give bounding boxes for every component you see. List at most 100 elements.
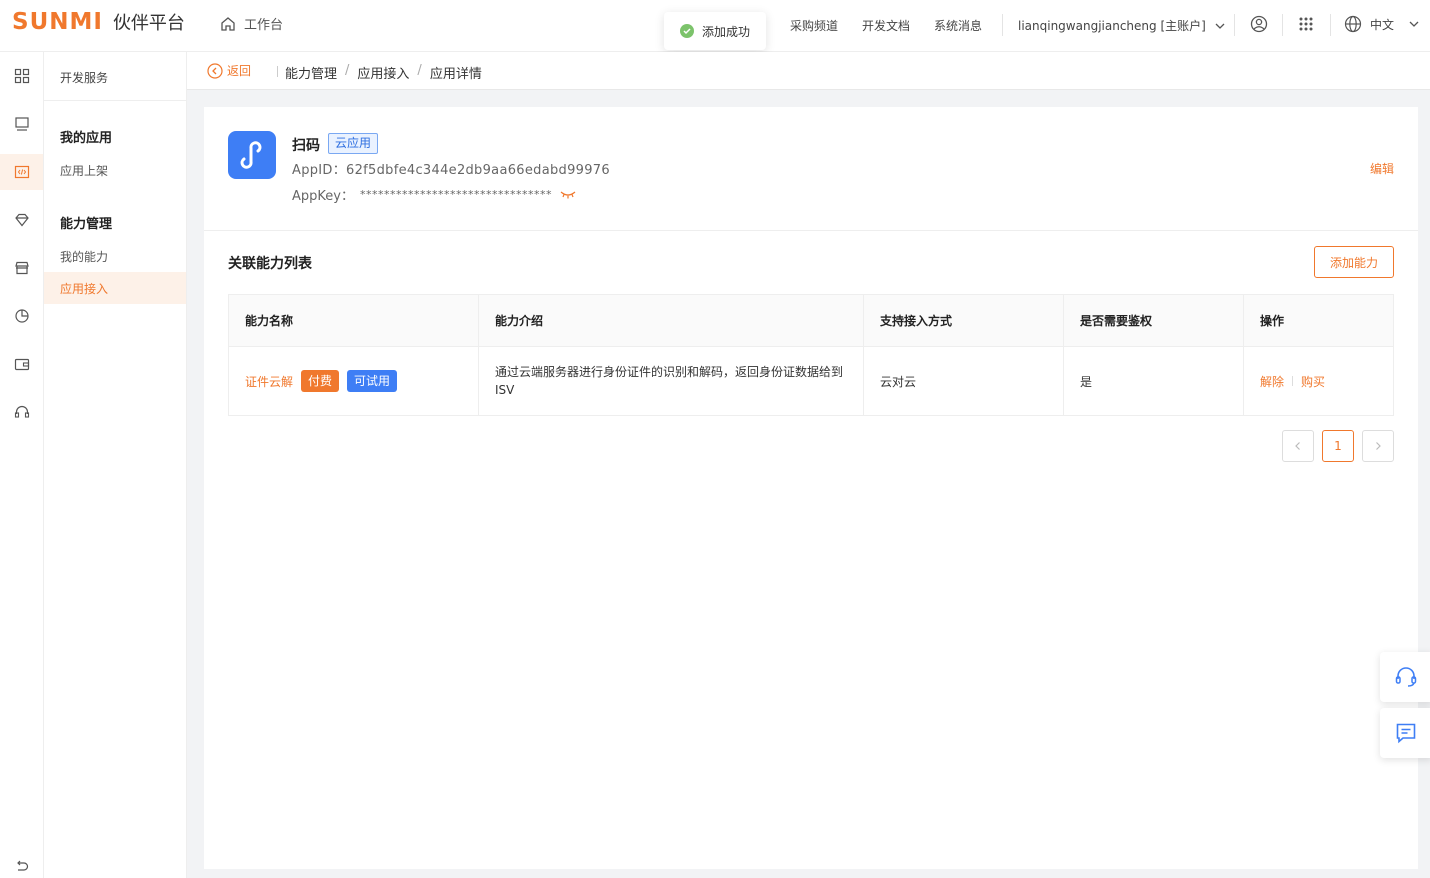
eye-closed-icon[interactable] — [560, 190, 576, 200]
rail-dev-service[interactable] — [0, 154, 43, 190]
wallet-icon — [14, 358, 29, 371]
column-header: 能力名称 — [229, 295, 479, 346]
table-header: 能力名称 能力介绍 支持接入方式 是否需要鉴权 操作 — [229, 295, 1393, 347]
breadcrumb-item[interactable]: 应用接入 — [357, 63, 409, 82]
globe-icon — [1344, 15, 1362, 33]
capability-table: 能力名称 能力介绍 支持接入方式 是否需要鉴权 操作 证件云解 付费 可试用 通… — [228, 294, 1394, 416]
headset-icon — [1395, 667, 1417, 687]
workbench-link[interactable]: 工作台 — [220, 14, 283, 33]
sidebar-item-label: 应用接入 — [60, 281, 109, 296]
nav-system-messages[interactable]: 系统消息 — [934, 17, 982, 34]
app-key: AppKey： ******************************** — [292, 185, 576, 204]
auth-required-cell: 是 — [1064, 347, 1244, 415]
capability-name-cell: 证件云解 付费 可试用 — [229, 347, 479, 415]
next-page-button[interactable] — [1362, 430, 1394, 462]
divider — [277, 66, 278, 77]
page-number-button[interactable]: 1 — [1322, 430, 1354, 462]
capability-description-cell: 通过云端服务器进行身份证件的识别和解码，返回身份证数据给到ISV — [479, 347, 864, 415]
breadcrumb-separator: / — [417, 63, 422, 78]
nav-dev-docs[interactable]: 开发文档 — [862, 17, 910, 34]
divider — [44, 100, 186, 101]
monitor-icon — [14, 117, 29, 131]
store-icon — [14, 261, 29, 275]
divider — [1234, 14, 1235, 36]
sidebar-item-label: 我的能力 — [60, 249, 109, 264]
rail-dashboard[interactable] — [0, 58, 43, 94]
sidebar-item-app-access[interactable]: 应用接入 — [44, 272, 186, 304]
home-icon — [221, 16, 235, 31]
feedback-button[interactable] — [1380, 708, 1430, 758]
breadcrumb-separator: / — [345, 63, 350, 78]
breadcrumb: 能力管理 / 应用接入 / 应用详情 — [285, 63, 482, 82]
divider — [1002, 14, 1003, 36]
add-capability-button[interactable]: 添加能力 — [1314, 246, 1394, 278]
undo-icon — [16, 860, 28, 871]
divider — [204, 230, 1418, 231]
language-selector[interactable]: 中文 — [1344, 15, 1420, 33]
column-header: 是否需要鉴权 — [1064, 295, 1244, 346]
prev-page-button[interactable] — [1282, 430, 1314, 462]
sidebar-item-label: 应用上架 — [60, 163, 109, 178]
customer-service-button[interactable] — [1380, 652, 1430, 702]
apps-grid-icon[interactable] — [1298, 16, 1314, 32]
message-icon — [1396, 723, 1416, 744]
app-type-tag: 云应用 — [328, 133, 379, 154]
headset-icon — [14, 405, 29, 418]
code-icon — [14, 165, 29, 179]
grid-icon — [14, 68, 29, 84]
account-dropdown[interactable]: lianqingwangjiancheng [主账户] — [1018, 17, 1226, 34]
toast-message: 添加成功 — [702, 24, 751, 39]
actions-cell: 解除 购买 — [1244, 347, 1393, 415]
column-header: 支持接入方式 — [864, 295, 1064, 346]
language-label: 中文 — [1370, 17, 1395, 32]
capability-description: 通过云端服务器进行身份证件的识别和解码，返回身份证数据给到ISV — [495, 365, 844, 397]
logo-brand: SUNMI — [12, 9, 103, 35]
rail-stats[interactable] — [0, 298, 43, 334]
app-key-label: AppKey： — [292, 189, 354, 204]
divider — [1292, 376, 1294, 386]
paid-badge: 付费 — [301, 370, 340, 392]
app-key-masked: ******************************** — [359, 188, 552, 201]
top-bar: SUNMI 伙伴平台 工作台 添加成功 采购频道 开发文档 系统消息 lianq… — [0, 0, 1430, 52]
divider — [1282, 14, 1283, 36]
logo[interactable]: SUNMI 伙伴平台 — [12, 9, 185, 35]
sidebar-group-my-apps: 我的应用 — [60, 131, 113, 146]
app-id: AppID：62f5dbfe4c344e2db9aa66edabd99976 — [292, 163, 610, 178]
chevron-right-icon — [1376, 442, 1381, 450]
back-button[interactable]: 返回 — [207, 62, 251, 79]
pie-chart-icon — [14, 309, 29, 323]
sidebar-item-app-listing[interactable]: 应用上架 — [44, 154, 186, 186]
account-name: lianqingwangjiancheng [主账户] — [1018, 19, 1206, 33]
rail-wallet[interactable] — [0, 346, 43, 382]
breadcrumb-item[interactable]: 能力管理 — [285, 63, 337, 82]
diamond-icon — [14, 213, 29, 227]
app-name: 扫码 — [292, 138, 320, 154]
chevron-down-icon — [1409, 21, 1419, 27]
nav-purchase[interactable]: 采购频道 — [790, 17, 838, 34]
logo-title: 伙伴平台 — [112, 13, 185, 34]
rail-store[interactable] — [0, 250, 43, 286]
user-icon[interactable] — [1250, 15, 1268, 33]
chevron-down-icon — [1215, 23, 1225, 29]
column-header: 操作 — [1260, 314, 1285, 328]
rail-support[interactable] — [0, 394, 43, 430]
unbind-link[interactable]: 解除 — [1260, 373, 1284, 390]
arrow-left-circle-icon — [207, 62, 223, 79]
trial-badge: 可试用 — [347, 370, 398, 392]
purchase-link[interactable]: 购买 — [1301, 373, 1325, 390]
chevron-left-icon — [1295, 442, 1300, 450]
app-logo — [228, 131, 276, 179]
rail-devices[interactable] — [0, 106, 43, 142]
table-row: 证件云解 付费 可试用 通过云端服务器进行身份证件的识别和解码，返回身份证数据给… — [229, 347, 1393, 415]
rail-diamond[interactable] — [0, 202, 43, 238]
breadcrumb-current: 应用详情 — [429, 67, 482, 82]
edit-link[interactable]: 编辑 — [1370, 160, 1394, 177]
capability-name-link[interactable]: 证件云解 — [245, 373, 293, 390]
rail-collapse[interactable] — [0, 848, 43, 878]
access-method-cell: 云对云 — [864, 347, 1064, 415]
column-header: 能力介绍 — [479, 295, 864, 346]
back-label: 返回 — [227, 64, 252, 78]
check-circle-icon — [680, 24, 694, 38]
sidebar-item-my-capabilities[interactable]: 我的能力 — [44, 240, 186, 272]
sidebar: 开发服务 我的应用 应用上架 能力管理 我的能力 应用接入 — [44, 52, 187, 878]
